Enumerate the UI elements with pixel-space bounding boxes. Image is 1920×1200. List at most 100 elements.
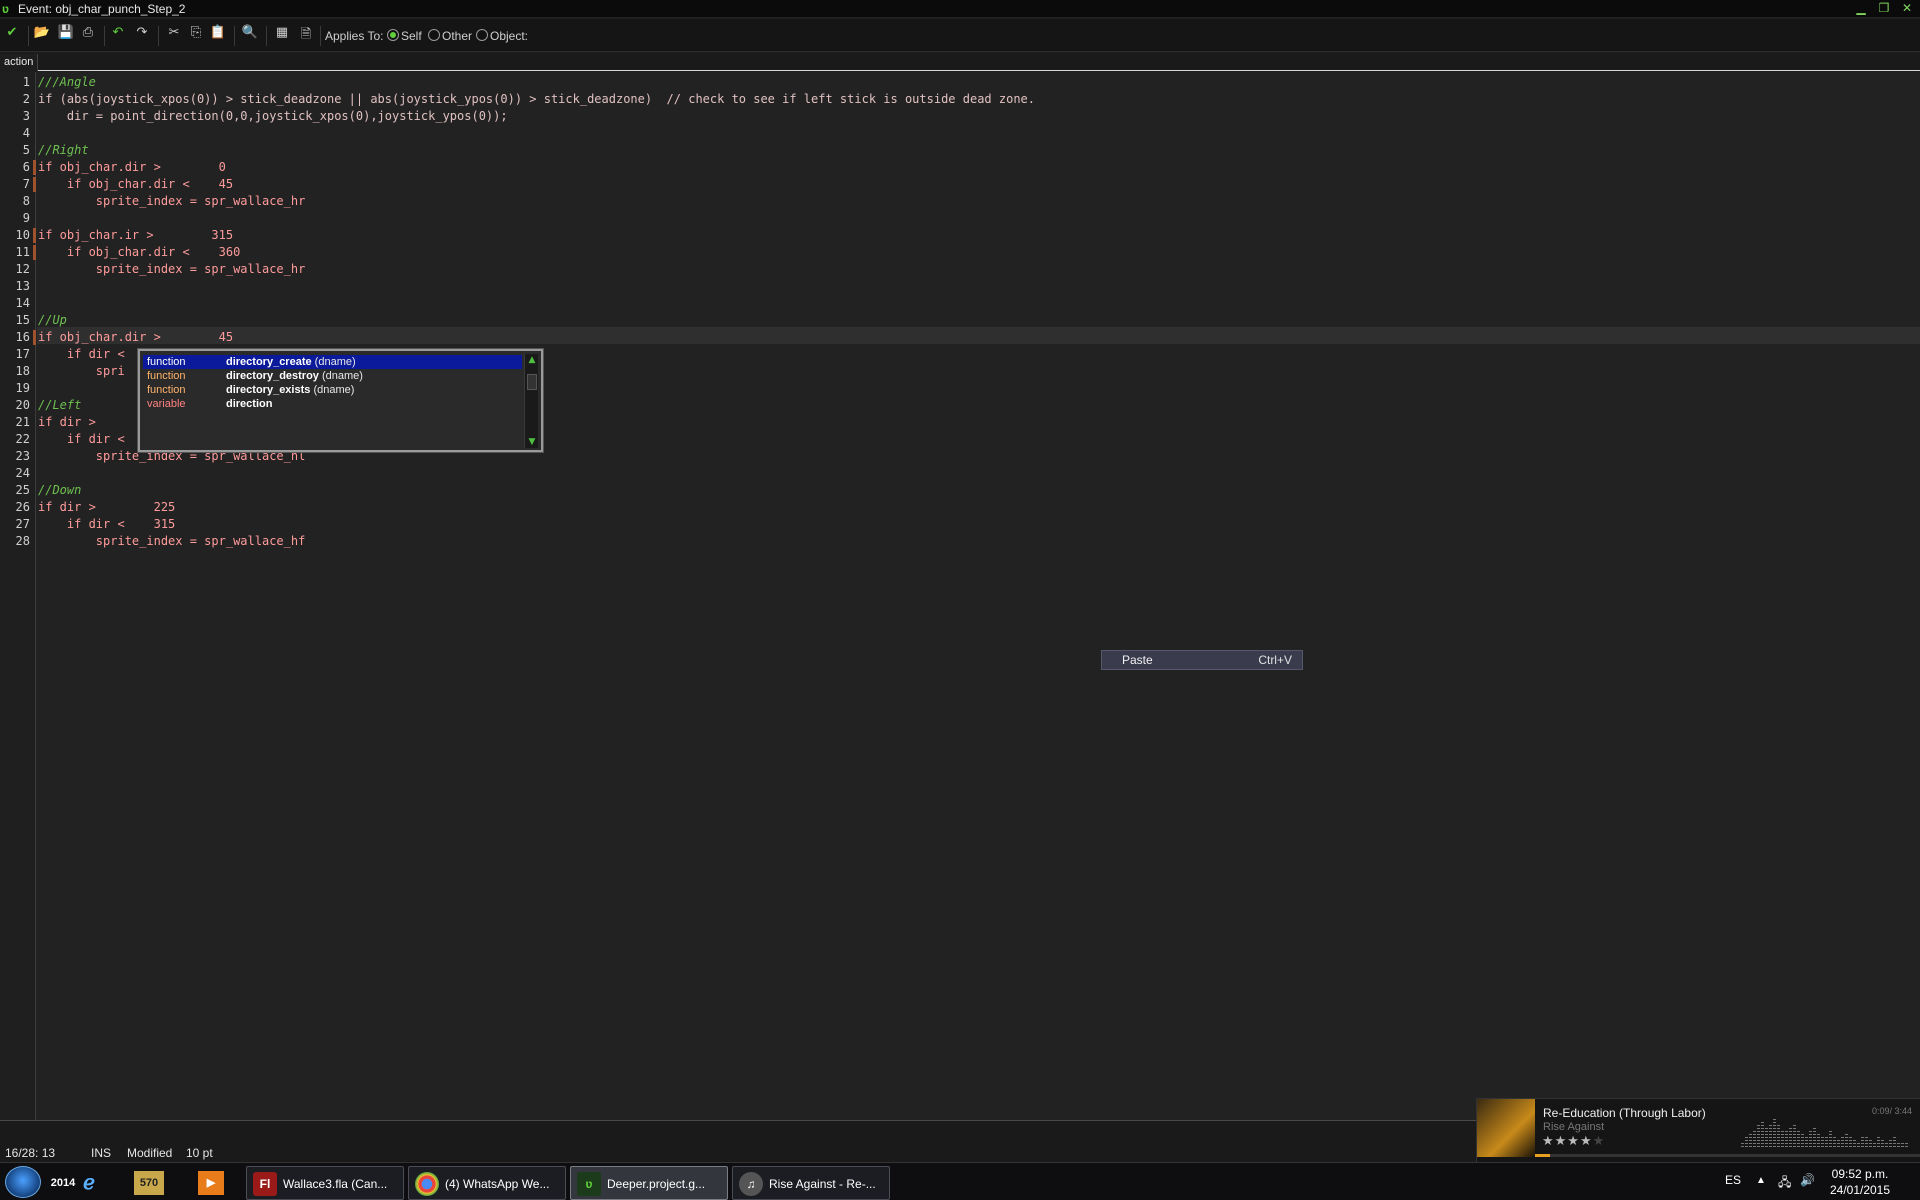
media-player-icon: ♫ bbox=[739, 1172, 763, 1196]
tab-action[interactable]: action bbox=[0, 54, 39, 71]
autocomplete-popup: function directory_create (dname) functi… bbox=[138, 349, 543, 452]
task-chrome[interactable]: (4) WhatsApp We... bbox=[408, 1166, 566, 1200]
equalizer-bar bbox=[1765, 1127, 1768, 1147]
close-icon[interactable]: ✕ bbox=[1896, 1, 1918, 16]
line-number: 26 bbox=[15, 500, 30, 514]
clock-time[interactable]: 09:52 p.m. bbox=[1820, 1167, 1900, 1181]
tab-strip: action bbox=[0, 53, 1920, 71]
applies-object-radio[interactable] bbox=[476, 29, 488, 41]
context-menu-paste[interactable]: Paste Ctrl+V bbox=[1101, 650, 1303, 670]
equalizer-bar bbox=[1849, 1137, 1852, 1147]
autocomplete-name: directory_create (dname) bbox=[226, 355, 356, 369]
change-marker bbox=[33, 177, 36, 192]
task-gamemaker[interactable]: ʋ Deeper.project.g... bbox=[570, 1166, 728, 1200]
change-marker bbox=[33, 330, 36, 345]
line-number: 24 bbox=[15, 466, 30, 480]
autocomplete-item[interactable]: function directory_create (dname) bbox=[143, 355, 522, 369]
song-artist: Rise Against bbox=[1543, 1121, 1605, 1133]
toolbar-separator bbox=[320, 26, 321, 46]
code-line: if dir > bbox=[38, 415, 96, 429]
volume-icon[interactable]: 🔊 bbox=[1800, 1173, 1815, 1187]
paste-icon[interactable]: 📋 bbox=[208, 25, 228, 45]
equalizer-bar bbox=[1789, 1127, 1792, 1147]
scroll-thumb[interactable] bbox=[527, 374, 537, 390]
equalizer-bar bbox=[1753, 1129, 1756, 1147]
applies-object-label[interactable]: Object: bbox=[490, 28, 528, 44]
equalizer-bar bbox=[1833, 1135, 1836, 1147]
code-line: if dir > 225 bbox=[38, 500, 176, 514]
equalizer-bar bbox=[1905, 1141, 1908, 1147]
scroll-down-icon[interactable]: ▼ bbox=[525, 436, 539, 448]
confirm-check-icon[interactable]: ✔ bbox=[2, 25, 22, 45]
language-indicator[interactable]: ES bbox=[1725, 1173, 1741, 1187]
song-rating[interactable]: ★★★★★ bbox=[1542, 1134, 1605, 1149]
open-folder-icon[interactable]: 📂 bbox=[32, 25, 52, 45]
applies-other-radio[interactable] bbox=[428, 29, 440, 41]
line-number: 27 bbox=[15, 517, 30, 531]
equalizer-bar bbox=[1749, 1133, 1752, 1147]
line-number: 21 bbox=[15, 415, 30, 429]
equalizer-bar bbox=[1793, 1123, 1796, 1147]
print-icon[interactable]: ⎙ bbox=[78, 25, 98, 45]
redo-icon[interactable]: ↷ bbox=[132, 25, 152, 45]
line-number: 18 bbox=[15, 364, 30, 378]
network-icon[interactable]: 🖧 bbox=[1778, 1173, 1791, 1194]
autocomplete-item[interactable]: function directory_exists (dname) bbox=[143, 383, 522, 397]
tray-expand-icon[interactable]: ▲ bbox=[1756, 1175, 1766, 1186]
autocomplete-item[interactable]: variable direction bbox=[143, 397, 522, 411]
code-line: //Left bbox=[38, 398, 82, 412]
equalizer-bar bbox=[1857, 1141, 1860, 1147]
task-flash[interactable]: Fl Wallace3.fla (Can... bbox=[246, 1166, 404, 1200]
quick-launch-app-icon[interactable]: 2014 bbox=[48, 1171, 78, 1195]
task-label: Rise Against - Re-... bbox=[769, 1177, 876, 1191]
code-line: ///Angle bbox=[38, 75, 96, 89]
equalizer-bar bbox=[1769, 1123, 1772, 1147]
code-line: if dir < bbox=[38, 432, 125, 446]
media-player-quick-icon[interactable]: ▶ bbox=[198, 1171, 224, 1195]
code-line: if obj_char.dir < 360 bbox=[38, 245, 241, 259]
code-check-icon[interactable]: 🗎 bbox=[296, 25, 316, 45]
code-line: if obj_char.ir > 315 bbox=[38, 228, 234, 242]
equalizer-bar bbox=[1837, 1139, 1840, 1147]
goto-line-icon[interactable]: ▦ bbox=[272, 25, 292, 45]
undo-icon[interactable]: ↶ bbox=[108, 25, 128, 45]
line-number: 11 bbox=[15, 245, 30, 259]
code-line: //Right bbox=[38, 143, 89, 157]
minimize-icon[interactable]: ▁ bbox=[1850, 1, 1872, 16]
autocomplete-kind: variable bbox=[147, 398, 186, 410]
applies-self-radio[interactable] bbox=[387, 29, 399, 41]
code-line: dir = point_direction(0,0,joystick_xpos(… bbox=[38, 109, 508, 123]
cut-icon[interactable]: ✂ bbox=[164, 25, 184, 45]
change-marker bbox=[33, 160, 36, 175]
autocomplete-name-text: directory_destroy bbox=[226, 370, 319, 382]
equalizer-bar bbox=[1869, 1139, 1872, 1147]
scroll-up-icon[interactable]: ▲ bbox=[525, 354, 539, 366]
line-number: 14 bbox=[15, 296, 30, 310]
autocomplete-scrollbar[interactable]: ▲ ▼ bbox=[524, 354, 538, 448]
restore-icon[interactable]: ❐ bbox=[1873, 1, 1895, 16]
song-progress-bar[interactable] bbox=[1535, 1154, 1920, 1157]
line-number: 15 bbox=[15, 313, 30, 327]
equalizer-bar bbox=[1821, 1137, 1824, 1147]
applies-self-label[interactable]: Self bbox=[401, 28, 422, 44]
save-icon[interactable]: 💾 bbox=[56, 25, 76, 45]
autocomplete-item[interactable]: function directory_destroy (dname) bbox=[143, 369, 522, 383]
toolbar-separator bbox=[234, 26, 235, 46]
equalizer-bar bbox=[1741, 1141, 1744, 1147]
quick-launch-file-icon[interactable]: 570 bbox=[134, 1171, 164, 1195]
toolbar-separator bbox=[104, 26, 105, 46]
paste-shortcut: Ctrl+V bbox=[1258, 653, 1292, 667]
line-number: 9 bbox=[22, 211, 30, 225]
task-media-player[interactable]: ♫ Rise Against - Re-... bbox=[732, 1166, 890, 1200]
applies-other-label[interactable]: Other bbox=[442, 28, 472, 44]
line-number: 10 bbox=[15, 228, 30, 242]
copy-icon[interactable]: ⎘ bbox=[186, 25, 206, 45]
search-icon[interactable]: 🔍 bbox=[240, 25, 260, 45]
start-button[interactable] bbox=[5, 1166, 41, 1198]
clock-date[interactable]: 24/01/2015 bbox=[1820, 1183, 1900, 1197]
line-number: 17 bbox=[15, 347, 30, 361]
code-line: //Down bbox=[38, 483, 82, 497]
font-size: 10 pt bbox=[186, 1146, 213, 1160]
internet-explorer-icon[interactable]: ℯ bbox=[76, 1171, 102, 1195]
code-editor[interactable]: 1 2 3 4 5 6 7 8 9 10 11 12 13 14 15 16 1… bbox=[0, 72, 1920, 1120]
